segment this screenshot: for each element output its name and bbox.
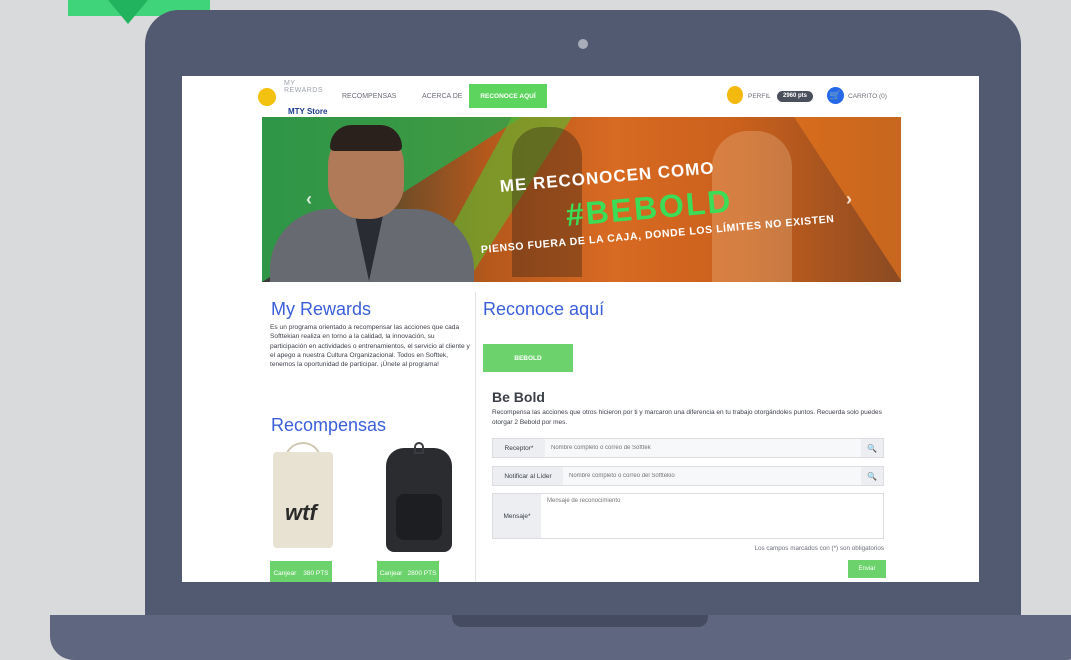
canjear-label: Canjear <box>273 569 297 577</box>
column-divider <box>475 292 476 582</box>
logo-icon[interactable] <box>258 88 276 106</box>
user-icon[interactable] <box>727 86 743 104</box>
my-rewards-description: Es un programa orientado a recompensar l… <box>270 324 470 369</box>
carousel-prev-icon[interactable]: ‹ <box>306 189 312 210</box>
logo-subtitle: MTY Store <box>288 107 328 116</box>
top-nav: MY REWARDS MTY Store RECOMPENSAS ACERCA … <box>182 76 979 116</box>
carousel-next-icon[interactable]: › <box>846 189 852 210</box>
search-icon[interactable]: 🔍 <box>861 467 883 485</box>
left-column: My Rewards Es un programa orientado a re… <box>262 282 474 582</box>
nav-link-recompensas[interactable]: RECOMPENSAS <box>342 93 396 100</box>
receptor-field: Receptor* 🔍 <box>492 438 884 458</box>
mensaje-field: Mensaje* <box>492 493 884 539</box>
search-icon[interactable]: 🔍 <box>861 439 883 457</box>
laptop-notch <box>452 615 708 627</box>
receptor-label: Receptor* <box>493 439 545 457</box>
perfil-link[interactable]: PERFIL <box>748 93 771 100</box>
cart-link[interactable]: CARRITO (0) <box>848 93 887 100</box>
my-rewards-heading: My Rewards <box>271 299 372 319</box>
notificar-lider-input[interactable] <box>563 467 861 485</box>
enviar-button[interactable]: Enviar <box>848 560 886 578</box>
price-label: 380 PTS <box>303 569 329 577</box>
reconoce-aqui-button[interactable]: RECONOCE AQUÍ <box>469 84 547 108</box>
bebold-tab-button[interactable]: BEBOLD <box>483 344 573 372</box>
price-label: 2800 PTS <box>407 569 437 577</box>
required-note: Los campos marcados con (*) son obligato… <box>754 545 885 552</box>
reconoce-heading: Reconoce aquí <box>483 299 605 319</box>
mensaje-textarea[interactable] <box>541 494 883 538</box>
be-bold-description: Recompensa las acciones que otros hicier… <box>492 409 882 426</box>
backpack-strap <box>414 442 424 454</box>
product-backpack[interactable] <box>370 442 452 552</box>
camera-icon <box>578 39 588 49</box>
logo-text[interactable]: MY REWARDS <box>284 80 323 94</box>
recompensas-heading: Recompensas <box>271 415 387 435</box>
hero-person-hair <box>330 125 402 151</box>
backpack-pocket <box>396 494 442 540</box>
product-tote-bag[interactable]: wtf <box>262 442 340 552</box>
mensaje-label: Mensaje* <box>493 494 541 538</box>
receptor-input[interactable] <box>545 439 861 457</box>
notificar-lider-label: Notificar al Líder <box>493 467 563 485</box>
backpack-image <box>386 442 452 552</box>
cart-icon[interactable]: 🛒 <box>827 87 844 104</box>
be-bold-heading: Be Bold <box>492 389 545 405</box>
canjear-button-2[interactable]: Canjear 2800 PTS <box>377 561 439 582</box>
tote-bag-image: wtf <box>273 452 333 548</box>
logo-line1: MY <box>284 80 296 87</box>
notificar-lider-field: Notificar al Líder 🔍 <box>492 466 884 486</box>
logo-line2: REWARDS <box>284 87 324 94</box>
tote-bag-logo: wtf <box>285 500 317 525</box>
hero-banner: ME RECONOCEN COMO #BEBOLD PIENSO FUERA D… <box>262 117 901 282</box>
badge-arrow-icon <box>108 0 148 24</box>
canjear-label: Canjear <box>379 569 403 577</box>
laptop-screen: MY REWARDS MTY Store RECOMPENSAS ACERCA … <box>182 76 979 582</box>
nav-link-acerca-de[interactable]: ACERCA DE <box>422 93 462 100</box>
canjear-button-1[interactable]: Canjear 380 PTS <box>270 561 332 582</box>
points-badge: 2960 pts <box>777 91 814 102</box>
hero-person <box>270 125 474 282</box>
